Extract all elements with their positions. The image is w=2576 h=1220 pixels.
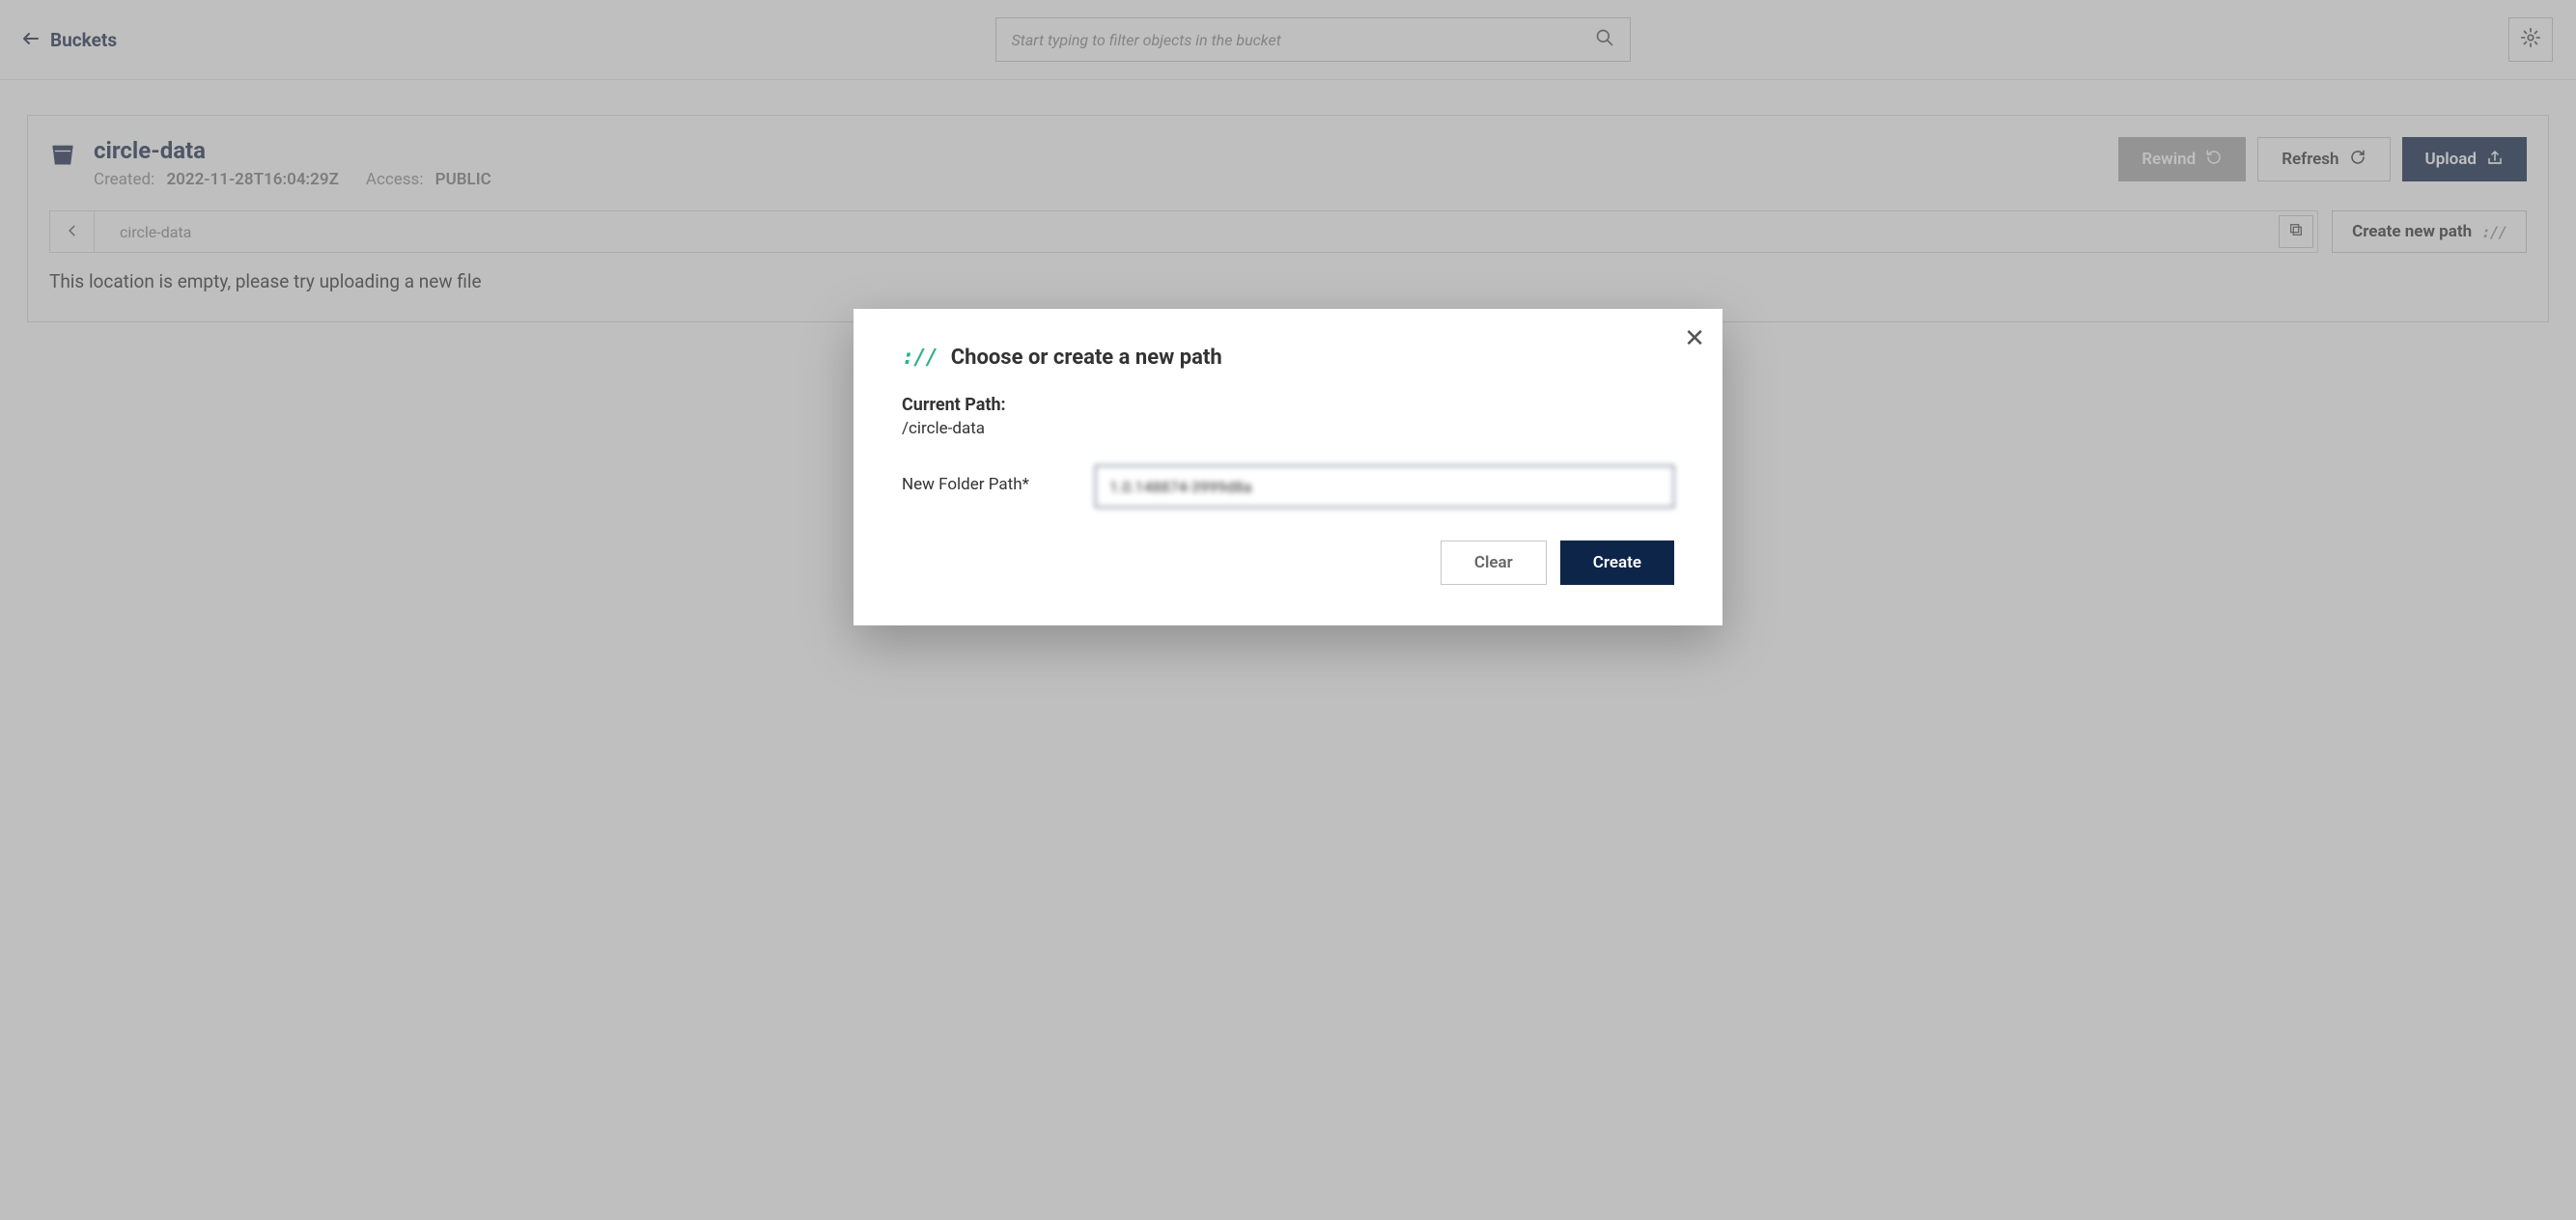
- create-path-modal: ✕ :// Choose or create a new path Curren…: [854, 309, 1722, 625]
- new-folder-path-label: New Folder Path*: [902, 465, 1066, 494]
- modal-actions: Clear Create: [902, 541, 1674, 585]
- create-button[interactable]: Create: [1560, 541, 1674, 585]
- clear-button[interactable]: Clear: [1441, 541, 1547, 585]
- close-icon: ✕: [1684, 324, 1705, 353]
- modal-title: Choose or create a new path: [951, 346, 1222, 370]
- new-folder-path-input[interactable]: [1095, 465, 1674, 508]
- current-path-section: Current Path: /circle-data: [902, 395, 1674, 438]
- new-folder-row: New Folder Path*: [902, 465, 1674, 508]
- current-path-label: Current Path:: [902, 395, 1674, 415]
- modal-close-button[interactable]: ✕: [1684, 326, 1705, 351]
- current-path-value: /circle-data: [902, 419, 1674, 438]
- modal-title-row: :// Choose or create a new path: [902, 346, 1674, 370]
- modal-overlay[interactable]: ✕ :// Choose or create a new path Curren…: [0, 0, 2576, 1220]
- path-icon: ://: [902, 346, 938, 370]
